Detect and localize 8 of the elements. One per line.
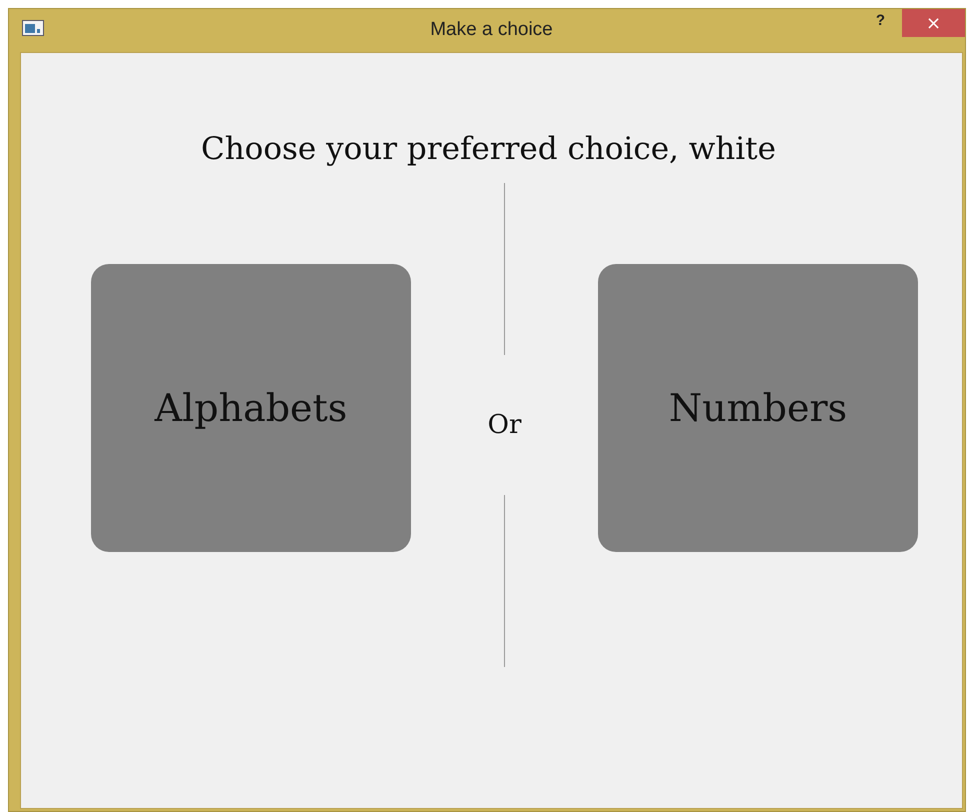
close-button[interactable]: × xyxy=(902,9,965,37)
choice-button[interactable]: Alphabets xyxy=(91,264,411,552)
separator-text: Or xyxy=(488,410,522,440)
window-title: Make a choice xyxy=(430,19,553,41)
help-button[interactable]: ? xyxy=(872,12,889,29)
choice-button[interactable]: Numbers xyxy=(598,264,918,552)
app-icon xyxy=(22,20,44,36)
prompt-text: Choose your preferred choice, white xyxy=(201,131,776,167)
